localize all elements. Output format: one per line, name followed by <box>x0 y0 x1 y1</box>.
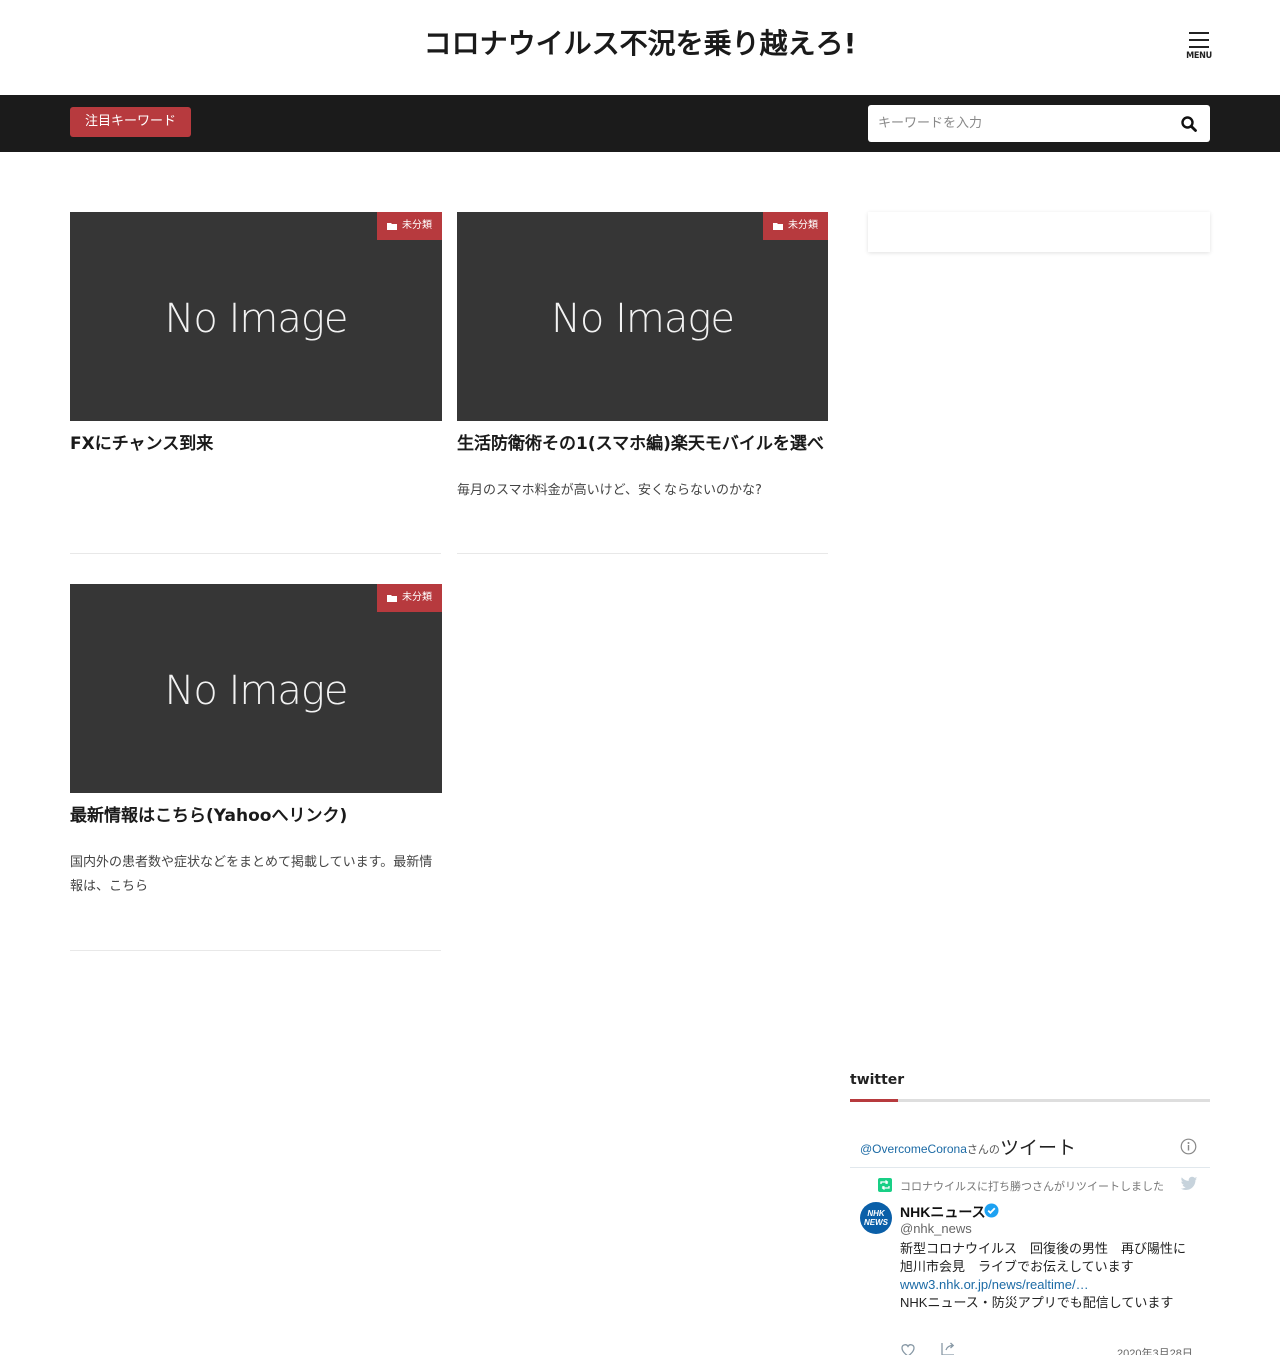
tweet-text: 新型コロナウイルス 回復後の男性 再び陽性に 旭川市会見 ライブでお伝えしていま… <box>900 1240 1200 1312</box>
sidebar-empty-widget <box>868 212 1210 252</box>
search-input[interactable] <box>868 105 1168 142</box>
timeline-header: @OvercomeCoronaさんの ツイート <box>850 1122 1210 1168</box>
tweet-author-avatar[interactable]: NHK NEWS <box>860 1202 892 1234</box>
post-divider <box>70 950 441 951</box>
widget-title: twitter <box>850 1072 905 1088</box>
post-thumbnail[interactable]: No Image 未分類 <box>457 212 828 421</box>
heart-icon[interactable] <box>900 1342 916 1355</box>
post-card: No Image 未分類 FXにチャンス到来 <box>70 212 442 479</box>
menu-label: MENU <box>1186 51 1212 61</box>
share-icon[interactable] <box>940 1341 956 1355</box>
post-card: No Image 未分類 生活防衛術その1(スマホ編)楽天モバイルを選べ 毎月の… <box>457 212 828 503</box>
no-image-placeholder: No Image <box>164 667 349 714</box>
post-thumbnail[interactable]: No Image 未分類 <box>70 212 442 421</box>
search-icon[interactable] <box>1180 115 1198 133</box>
post-divider <box>70 553 441 554</box>
retweet-icon <box>878 1178 892 1192</box>
category-badge[interactable]: 未分類 <box>377 584 442 612</box>
post-divider <box>457 553 828 554</box>
no-image-placeholder: No Image <box>551 295 735 342</box>
post-title[interactable]: 生活防衛術その1(スマホ編)楽天モバイルを選べ <box>457 433 828 455</box>
post-card: No Image 未分類 最新情報はこちら(Yahooへリンク) 国内外の患者数… <box>70 584 442 899</box>
featured-keywords-button[interactable]: 注目キーワード <box>70 107 192 137</box>
twitter-timeline: @OvercomeCoronaさんの ツイート コロナウイルスに打ち勝つさんがリ… <box>850 1122 1210 1355</box>
keyword-bar: 注目キーワード <box>0 95 1280 152</box>
post-title[interactable]: FXにチャンス到来 <box>70 433 442 455</box>
menu-icon-bar <box>1189 46 1209 48</box>
timeline-handle-suffix: さんの <box>966 1144 1000 1156</box>
category-badge[interactable]: 未分類 <box>763 212 828 240</box>
info-icon[interactable] <box>1180 1138 1197 1155</box>
search-box <box>868 105 1210 142</box>
menu-icon <box>1189 32 1209 34</box>
menu-icon-bar <box>1189 39 1209 41</box>
avatar-text-top: NHK <box>867 1209 885 1218</box>
retweet-notice[interactable]: コロナウイルスに打ち勝つさんがリツイートしました <box>900 1178 1164 1194</box>
post-excerpt: 国内外の患者数や症状などをまとめて掲載しています。最新情報は、こちら <box>70 855 433 894</box>
category-label: 未分類 <box>402 592 432 603</box>
widget-title-underline <box>850 1099 1210 1102</box>
widget-title-accent <box>850 1099 898 1102</box>
verified-icon <box>984 1203 999 1218</box>
menu-button[interactable]: MENU <box>1186 32 1212 68</box>
folder-icon <box>387 223 397 230</box>
post-thumbnail[interactable]: No Image 未分類 <box>70 584 442 793</box>
site-title[interactable]: コロナウイルス不況を乗り越えろ! <box>0 22 1280 62</box>
avatar-text-bottom: NEWS <box>864 1218 888 1227</box>
category-badge[interactable]: 未分類 <box>377 212 442 240</box>
tweet-text-main: 新型コロナウイルス 回復後の男性 再び陽性に 旭川市会見 ライブでお伝えしていま… <box>900 1241 1200 1274</box>
tweet-author-name[interactable]: NHKニュース <box>900 1202 986 1222</box>
category-label: 未分類 <box>788 220 818 231</box>
tweet-link[interactable]: www3.nhk.or.jp/news/realtime/… <box>900 1276 1190 1294</box>
timeline-handle: @OvercomeCorona <box>860 1142 967 1156</box>
post-excerpt: 毎月のスマホ料金が高いけど、安くならないのかな? <box>457 483 762 498</box>
post-title[interactable]: 最新情報はこちら(Yahooへリンク) <box>70 805 442 827</box>
timeline-tweets-word: ツイート <box>1000 1138 1077 1159</box>
no-image-placeholder: No Image <box>164 295 349 342</box>
site-header: コロナウイルス不況を乗り越えろ! MENU <box>0 0 1280 95</box>
timeline-owner-link[interactable]: @OvercomeCoronaさんの <box>860 1141 1000 1157</box>
category-label: 未分類 <box>402 220 432 231</box>
tweet-text-after: NHKニュース・防災アプリでも配信しています <box>900 1295 1174 1310</box>
twitter-bird-icon[interactable] <box>1180 1176 1198 1192</box>
tweet-author-username[interactable]: @nhk_news <box>900 1221 972 1236</box>
folder-icon <box>773 223 783 230</box>
tweet-date[interactable]: 2020年3月28日 <box>1117 1345 1193 1355</box>
folder-icon <box>387 595 397 602</box>
